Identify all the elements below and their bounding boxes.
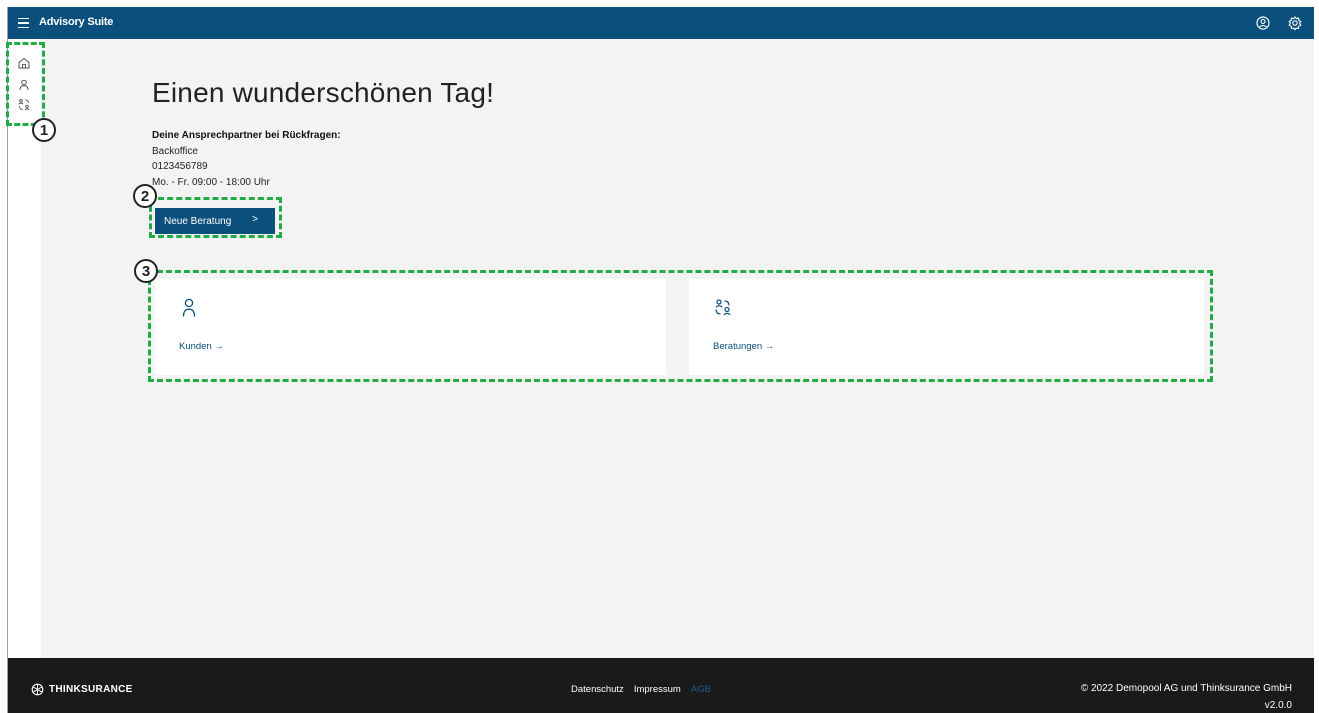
- annotation-marker-1: 1: [32, 118, 56, 142]
- settings-icon[interactable]: [1286, 14, 1304, 32]
- annotation-marker-2: 2: [133, 184, 157, 208]
- annotation-box-2: [149, 197, 282, 238]
- user-profile-icon[interactable]: [1254, 14, 1272, 32]
- annotation-marker-3: 3: [134, 259, 158, 283]
- terms-link[interactable]: AGB: [691, 684, 711, 695]
- footer-links: Datenschutz Impressum AGB: [571, 684, 711, 695]
- top-bar: Advisory Suite: [8, 7, 1314, 39]
- copyright-text: © 2022 Demopool AG und Thinksurance GmbH: [1080, 683, 1292, 694]
- version-text: v2.0.0: [1264, 700, 1292, 711]
- contact-name: Backoffice: [152, 146, 198, 157]
- app-title: Advisory Suite: [39, 16, 114, 28]
- annotation-box-3: [148, 270, 1213, 382]
- hamburger-menu-icon[interactable]: [12, 12, 34, 34]
- footer-logo: THINKSURANCE: [31, 683, 133, 696]
- contact-heading: Deine Ansprechpartner bei Rückfragen:: [152, 130, 341, 141]
- contact-hours: Mo. - Fr. 09:00 - 18:00 Uhr: [152, 177, 270, 188]
- privacy-link[interactable]: Datenschutz: [571, 684, 624, 695]
- footer: THINKSURANCE Datenschutz Impressum AGB ©…: [8, 658, 1314, 713]
- brand-name: THINKSURANCE: [49, 684, 133, 695]
- app-frame: Advisory Suite Einen wunderschönen Tag! …: [6, 7, 1314, 713]
- imprint-link[interactable]: Impressum: [634, 684, 681, 695]
- annotation-box-1: [6, 42, 45, 126]
- contact-phone: 0123456789: [152, 161, 208, 172]
- page-title: Einen wunderschönen Tag!: [152, 77, 495, 108]
- thinksurance-logo-icon: [31, 683, 44, 696]
